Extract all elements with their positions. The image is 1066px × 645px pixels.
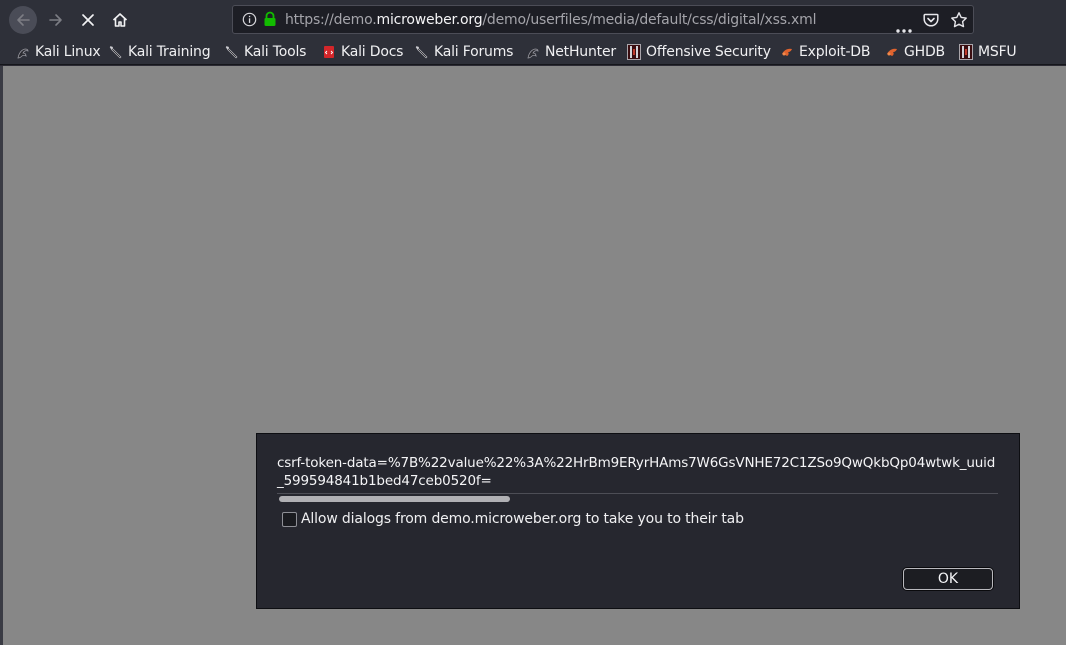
bookmark-label: Kali Tools bbox=[244, 44, 307, 60]
alert-dialog: csrf-token-data=%7B%22value%22%3A%22HrBm… bbox=[256, 433, 1020, 609]
exploitdb-icon bbox=[885, 45, 899, 59]
home-button[interactable] bbox=[106, 6, 134, 34]
bookmark-kali-docs[interactable]: Kali Docs bbox=[322, 42, 403, 62]
arrow-right-icon bbox=[48, 12, 64, 28]
kali-docs-icon bbox=[322, 45, 336, 59]
bookmark-label: Kali Forums bbox=[434, 44, 514, 60]
close-icon bbox=[80, 12, 96, 28]
offsec-icon bbox=[627, 44, 641, 60]
bookmark-label: GHDB bbox=[904, 44, 945, 60]
bookmark-label: Kali Docs bbox=[341, 44, 404, 60]
bookmark-ghdb[interactable]: GHDB bbox=[885, 42, 945, 62]
url-path: /demo/userfiles/media/default/css/digita… bbox=[482, 12, 817, 28]
more-actions-icon[interactable] bbox=[896, 18, 912, 37]
info-icon[interactable] bbox=[242, 12, 257, 31]
offsec-icon bbox=[959, 44, 973, 60]
bookmark-kali-linux[interactable]: Kali Linux bbox=[16, 42, 101, 62]
scrollbar-thumb[interactable] bbox=[279, 496, 510, 502]
url-prefix: https://demo. bbox=[285, 12, 377, 28]
bookmark-label: Kali Training bbox=[128, 44, 211, 60]
bookmark-exploit-db[interactable]: Exploit-DB bbox=[780, 42, 870, 62]
bookmark-label: NetHunter bbox=[545, 44, 616, 60]
allow-dialogs-option[interactable]: Allow dialogs from demo.microweber.org t… bbox=[282, 509, 744, 529]
arrow-left-icon bbox=[15, 12, 31, 28]
bookmark-kali-training[interactable]: Kali Training bbox=[109, 42, 211, 62]
kali-sword-icon bbox=[109, 45, 123, 59]
kali-sword-icon bbox=[225, 45, 239, 59]
kali-dragon-icon bbox=[16, 45, 30, 59]
bookmark-label: Exploit-DB bbox=[799, 44, 871, 60]
back-button[interactable] bbox=[9, 6, 37, 34]
browser-window: https://demo.microweber.org/demo/userfil… bbox=[0, 0, 1066, 645]
bookmark-label: Kali Linux bbox=[35, 44, 101, 60]
ok-button[interactable]: OK bbox=[903, 568, 993, 590]
bookmark-nethunter[interactable]: NetHunter bbox=[526, 42, 616, 62]
bookmark-offensive-security[interactable]: Offensive Security bbox=[627, 42, 771, 62]
home-icon bbox=[111, 11, 129, 29]
bookmark-label: Offensive Security bbox=[646, 44, 771, 60]
lock-icon[interactable] bbox=[263, 11, 277, 31]
bookmark-label: MSFU bbox=[978, 44, 1017, 60]
bookmark-msfu[interactable]: MSFU bbox=[959, 42, 1017, 62]
url-host: microweber.org bbox=[376, 12, 483, 28]
exploitdb-icon bbox=[780, 45, 794, 59]
dialog-message: csrf-token-data=%7B%22value%22%3A%22HrBm… bbox=[277, 455, 996, 489]
url-bar[interactable]: https://demo.microweber.org/demo/userfil… bbox=[232, 5, 974, 34]
forward-button[interactable] bbox=[42, 6, 70, 34]
pocket-icon[interactable] bbox=[923, 12, 939, 32]
kali-dragon-icon bbox=[526, 45, 540, 59]
bookmark-kali-tools[interactable]: Kali Tools bbox=[225, 42, 306, 62]
navigation-toolbar: https://demo.microweber.org/demo/userfil… bbox=[0, 0, 1066, 40]
dialog-divider bbox=[277, 493, 998, 494]
bookmark-kali-forums[interactable]: Kali Forums bbox=[415, 42, 513, 62]
dialog-scrollbar[interactable] bbox=[279, 496, 998, 502]
kali-sword-icon bbox=[415, 45, 429, 59]
bookmark-star-icon[interactable] bbox=[950, 11, 968, 33]
url-text[interactable]: https://demo.microweber.org/demo/userfil… bbox=[285, 12, 816, 29]
stop-loading-button[interactable] bbox=[74, 6, 102, 34]
window-edge bbox=[0, 66, 3, 645]
allow-dialogs-label[interactable]: Allow dialogs from demo.microweber.org t… bbox=[301, 511, 744, 527]
bookmarks-toolbar: Kali Linux Kali Training Kali Tools Kali… bbox=[0, 40, 1066, 65]
allow-dialogs-checkbox[interactable] bbox=[282, 511, 297, 527]
